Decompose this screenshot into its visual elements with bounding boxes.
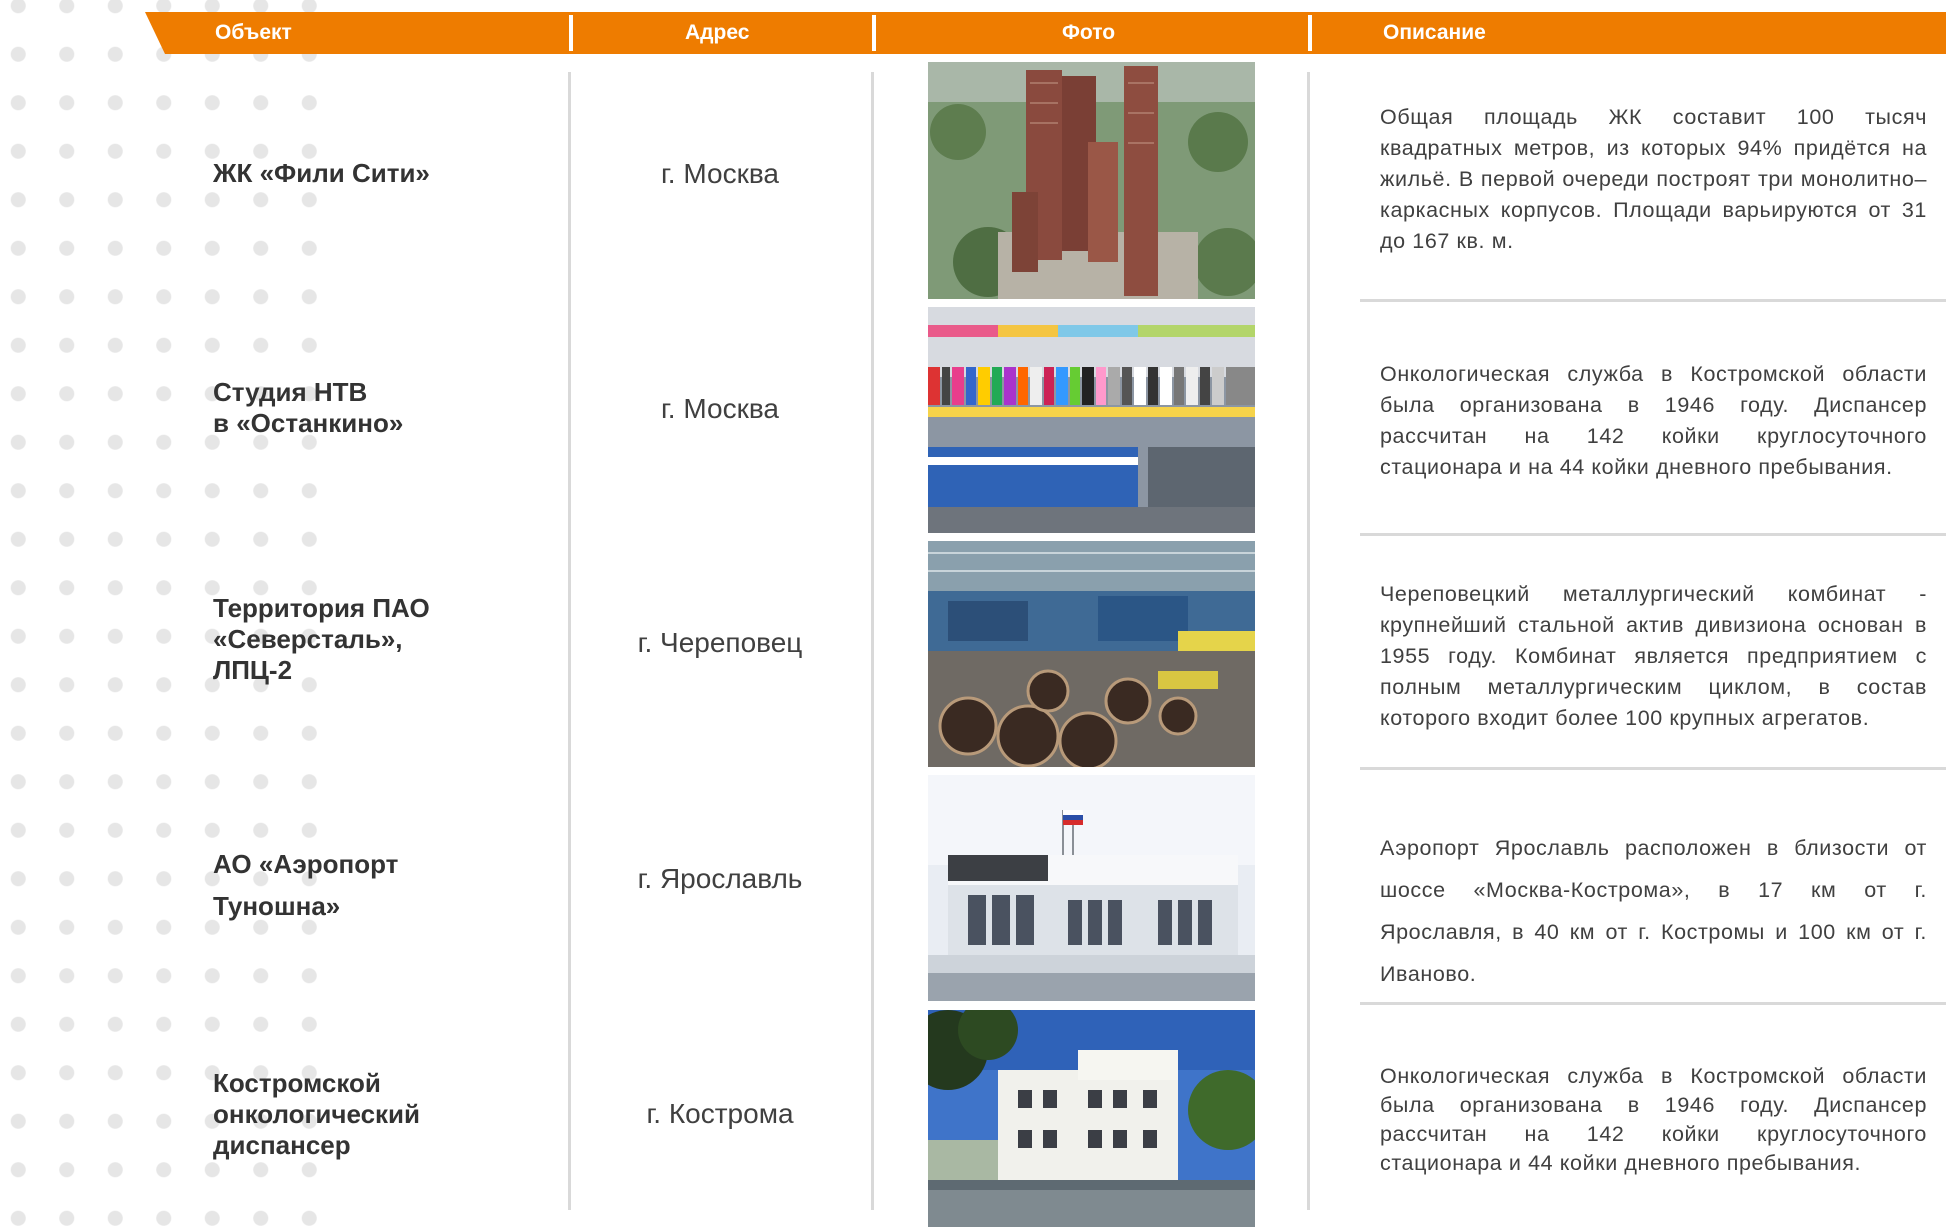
object-name: ЖК «Фили Сити» xyxy=(213,158,430,188)
object-name: Костромской онкологический диспансер xyxy=(213,1068,421,1160)
table-header: Объект Адрес Фото Описание xyxy=(145,12,1946,54)
row-divider xyxy=(1360,533,1946,536)
ntv-studio-image xyxy=(928,307,1255,533)
row-divider xyxy=(1360,1002,1946,1005)
steel-plant-workshop-photo xyxy=(928,541,1255,767)
object-description: Общая площадь ЖК составит 100 тысяч квад… xyxy=(1380,105,1927,253)
header-object: Объект xyxy=(215,21,292,44)
header-photo: Фото xyxy=(1062,21,1116,44)
object-name: Студия НТВ в «Останкино» xyxy=(213,377,404,438)
column-divider xyxy=(871,72,874,1210)
object-description: Череповецкий металлургический комбинат -… xyxy=(1380,582,1927,730)
object-address: г. Москва xyxy=(661,393,779,424)
residential-towers-photo xyxy=(928,62,1255,299)
row-divider xyxy=(1360,767,1946,770)
object-name: АО «Аэропорт Туношна» xyxy=(213,849,399,921)
oncology-clinic-photo xyxy=(928,1010,1255,1227)
object-description: Аэропорт Ярославль расположен в близости… xyxy=(1380,836,1927,986)
header-separator xyxy=(569,15,573,51)
object-address: г. Череповец xyxy=(637,627,803,658)
header-separator xyxy=(872,15,876,51)
residential-towers-image xyxy=(928,62,1255,299)
object-name: Территория ПАО «Северсталь», ЛПЦ-2 xyxy=(213,593,430,685)
airport-terminal-photo xyxy=(928,775,1255,1001)
header-address: Адрес xyxy=(685,21,750,44)
object-description: Онкологическая служба в Костромской обла… xyxy=(1380,1064,1927,1175)
object-address: г. Ярославль xyxy=(637,863,803,894)
column-divider xyxy=(1307,72,1310,1210)
row-divider xyxy=(1360,299,1946,302)
oncology-clinic-image xyxy=(928,1010,1255,1227)
header-separator xyxy=(1308,15,1312,51)
steel-plant-workshop-image xyxy=(928,541,1255,767)
airport-terminal-image xyxy=(928,775,1255,1001)
ntv-studio-photo xyxy=(928,307,1255,533)
object-address: г. Москва xyxy=(661,158,779,189)
object-description: Онкологическая служба в Костромской обла… xyxy=(1380,362,1927,479)
object-address: г. Кострома xyxy=(646,1098,794,1129)
header-description: Описание xyxy=(1383,21,1486,44)
